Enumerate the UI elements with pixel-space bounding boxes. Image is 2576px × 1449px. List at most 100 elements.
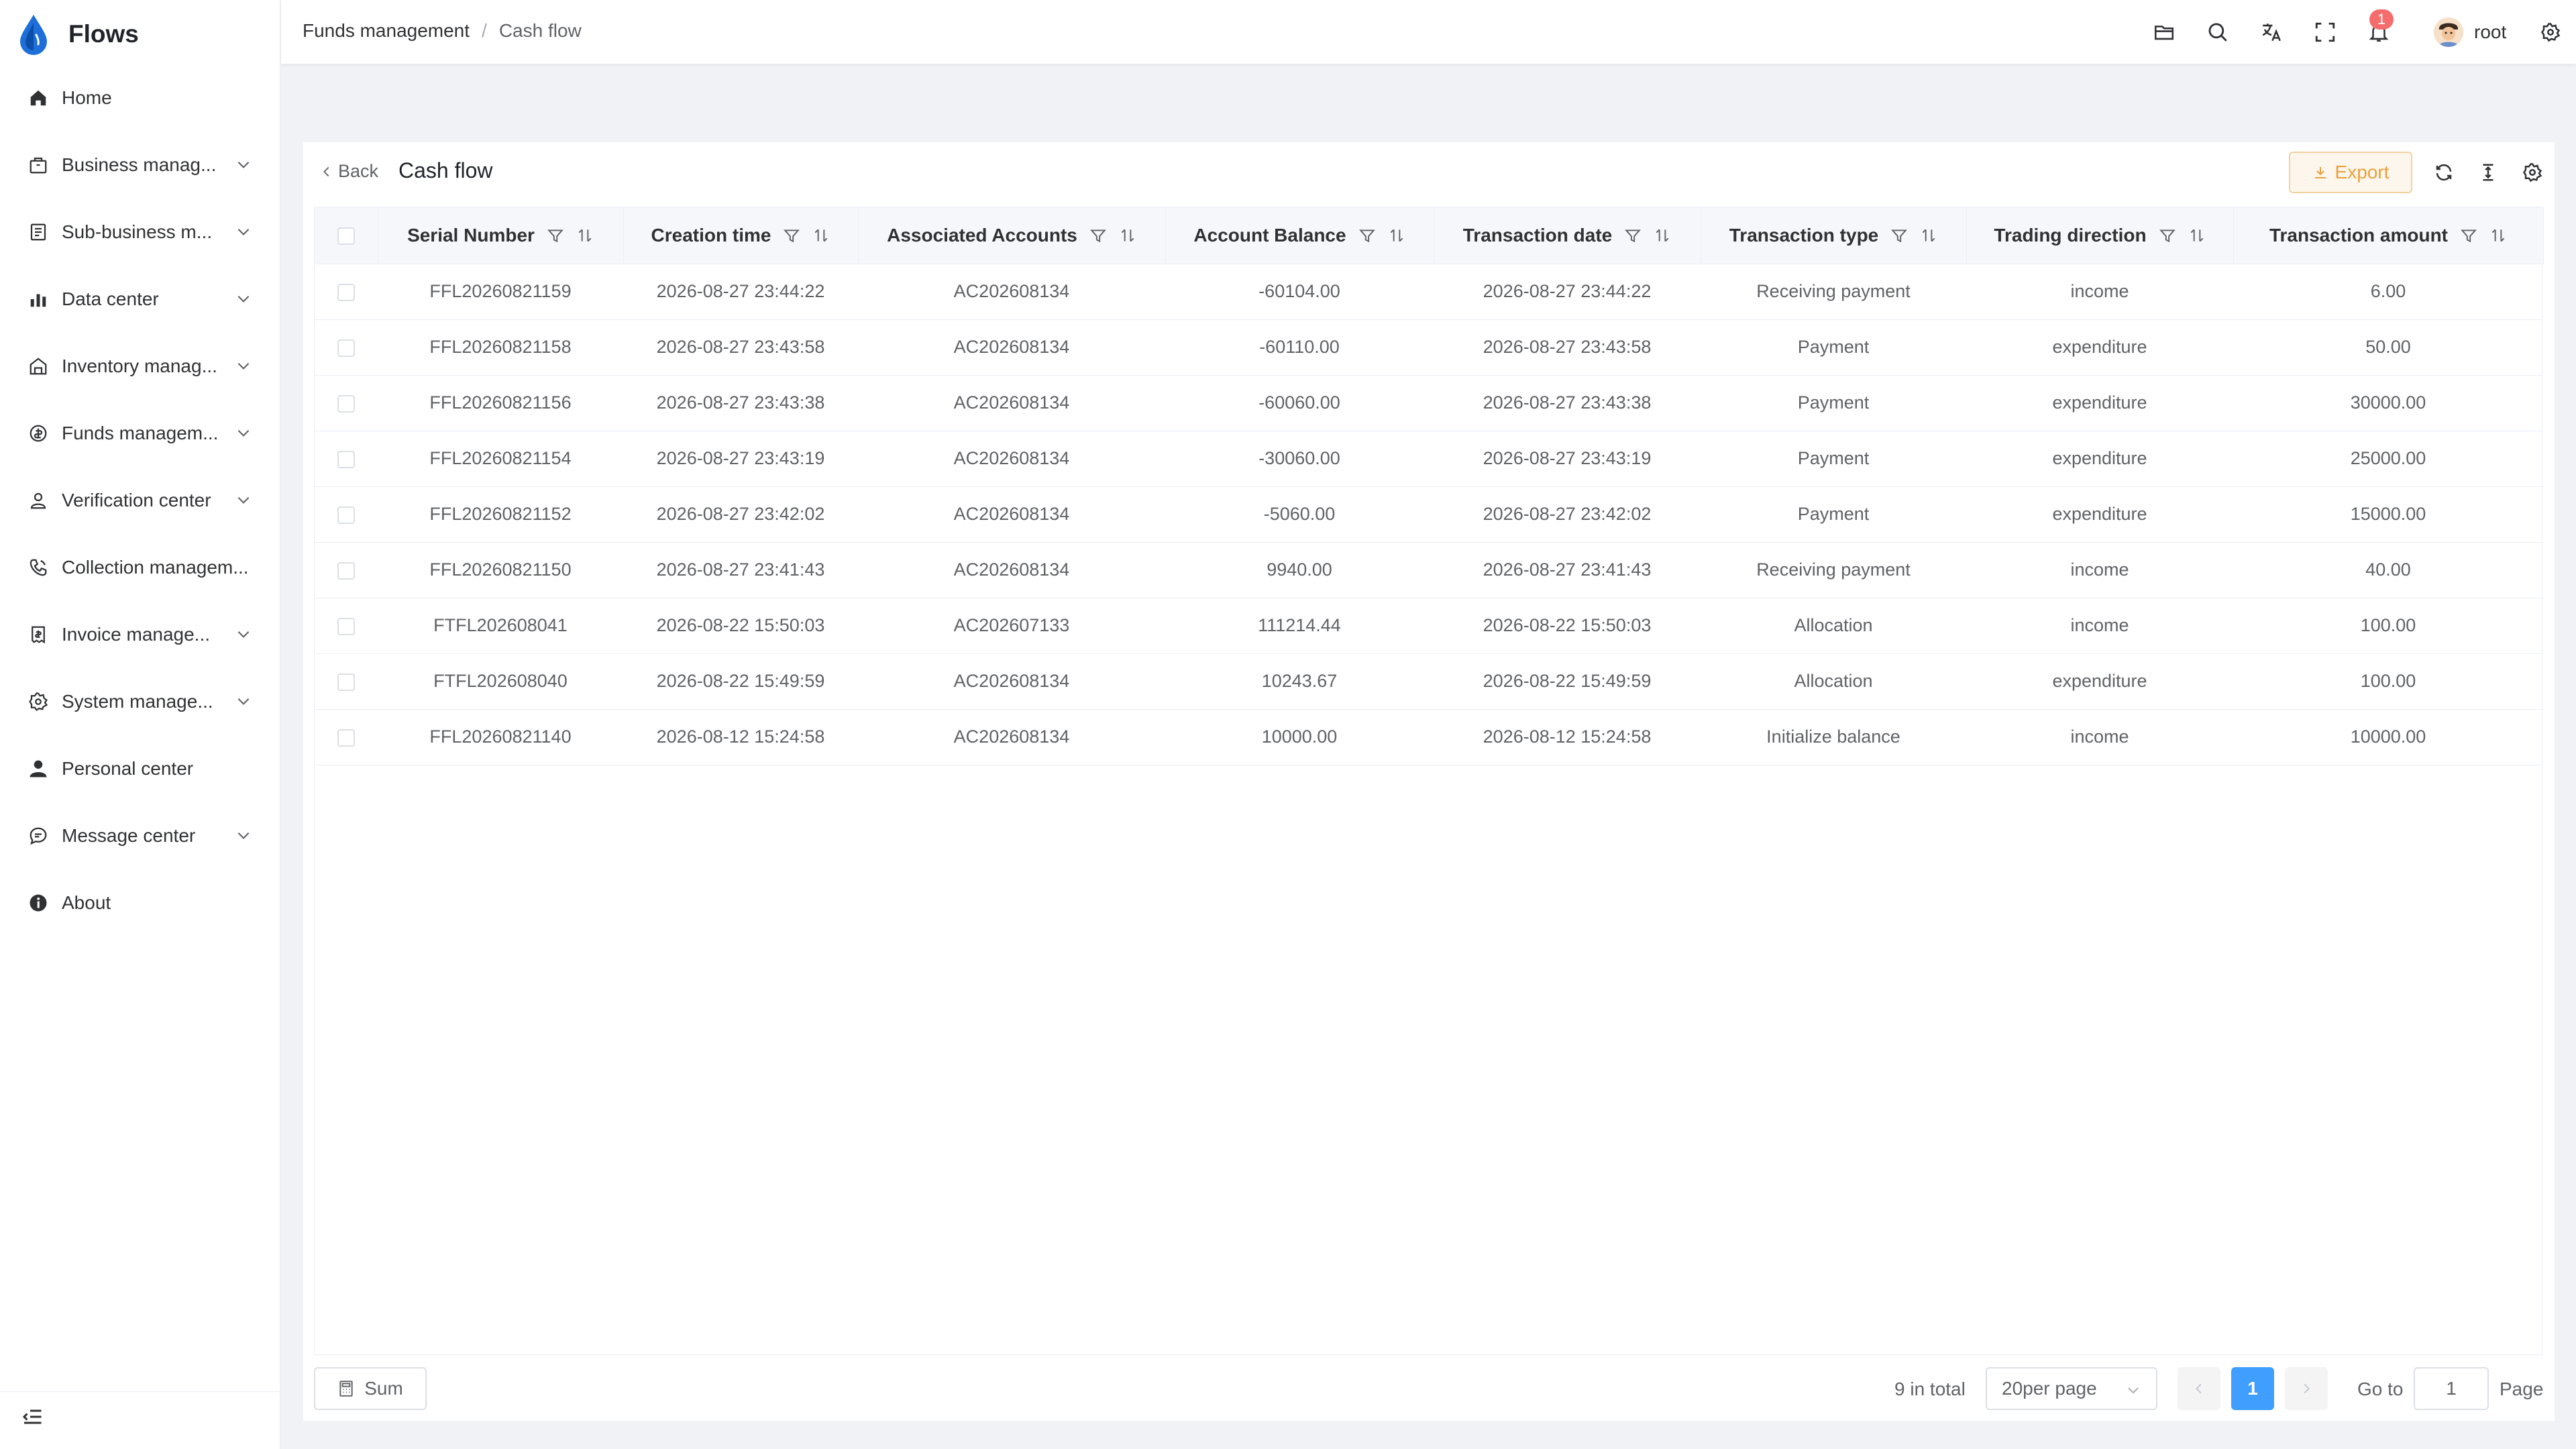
row-checkbox[interactable]	[337, 450, 355, 468]
cell-trading-direction: expenditure	[1966, 431, 2233, 487]
collapse-sidebar-icon[interactable]	[20, 1405, 44, 1429]
filter-icon[interactable]	[1089, 227, 1107, 244]
row-checkbox[interactable]	[337, 394, 355, 413]
select-all-checkbox[interactable]	[337, 227, 355, 246]
table-row[interactable]: FFL20260821152 2026-08-27 23:42:02 AC202…	[315, 486, 2543, 543]
chevron-down-icon	[2128, 1387, 2139, 1394]
breadcrumb-item[interactable]: Funds management	[303, 20, 470, 42]
page-size-select[interactable]: 20per page	[1986, 1367, 2157, 1410]
cell-serial-number: FFL20260821150	[378, 542, 623, 598]
cell-creation-time: 2026-08-27 23:41:43	[623, 542, 858, 598]
username[interactable]: root	[2474, 21, 2506, 43]
row-checkbox[interactable]	[337, 729, 355, 747]
sidebar-item-verification[interactable]: Verification center	[0, 467, 280, 534]
total-count: 9 in total	[1894, 1379, 1966, 1399]
sidebar-item-personal-center[interactable]: Personal center	[0, 735, 280, 802]
row-checkbox[interactable]	[337, 283, 355, 301]
brand[interactable]: Flows	[16, 12, 139, 56]
sort-icon[interactable]	[1654, 227, 1671, 244]
translate-icon[interactable]	[2258, 19, 2285, 46]
goto-page-input[interactable]	[2414, 1367, 2489, 1410]
column-header: Creation time	[623, 207, 859, 264]
page-number-button[interactable]: 1	[2231, 1367, 2274, 1410]
cell-account-balance: -60104.00	[1165, 264, 1434, 320]
row-checkbox[interactable]	[337, 506, 355, 524]
export-label: Export	[2334, 162, 2390, 182]
table-row[interactable]: FFL20260821158 2026-08-27 23:43:58 AC202…	[315, 319, 2543, 376]
export-button[interactable]: Export	[2289, 152, 2412, 193]
avatar[interactable]	[2434, 17, 2463, 47]
filter-icon[interactable]	[1624, 227, 1642, 244]
sort-icon[interactable]	[2188, 227, 2206, 244]
table-settings-icon[interactable]	[2521, 161, 2544, 184]
refresh-icon[interactable]	[2432, 161, 2455, 184]
fullscreen-icon[interactable]	[2312, 19, 2339, 46]
sort-icon[interactable]	[576, 227, 594, 244]
sort-icon[interactable]	[812, 227, 830, 244]
sidebar-item-home[interactable]: Home	[0, 64, 280, 131]
chevron-down-icon	[237, 429, 250, 437]
cell-transaction-date: 2026-08-27 23:43:19	[1434, 431, 1701, 487]
settings-gear-icon[interactable]	[2537, 19, 2564, 46]
cell-account-balance: 10000.00	[1165, 709, 1434, 765]
next-page-button[interactable]	[2285, 1367, 2328, 1410]
gear-icon	[27, 690, 50, 713]
column-height-icon[interactable]	[2477, 161, 2500, 184]
sidebar-item-label: About	[62, 892, 111, 913]
filter-icon[interactable]	[1890, 227, 1908, 244]
sidebar-item-business-management[interactable]: Business manag...	[0, 131, 280, 199]
table-row[interactable]: FFL20260821140 2026-08-12 15:24:58 AC202…	[315, 709, 2543, 765]
row-select-cell	[315, 375, 378, 431]
row-checkbox[interactable]	[337, 339, 355, 357]
filter-icon[interactable]	[2460, 227, 2477, 244]
sidebar-item-data-center[interactable]: Data center	[0, 266, 280, 333]
sidebar-item-invoice[interactable]: Invoice manage...	[0, 601, 280, 668]
cell-transaction-amount: 40.00	[2233, 542, 2543, 598]
table-row[interactable]: FFL20260821150 2026-08-27 23:41:43 AC202…	[315, 542, 2543, 598]
row-checkbox[interactable]	[337, 561, 355, 580]
sort-icon[interactable]	[2489, 227, 2507, 244]
sidebar-item-sub-business[interactable]: Sub-business m...	[0, 199, 280, 266]
chevron-left-icon	[323, 166, 329, 176]
sort-icon[interactable]	[1920, 227, 1937, 244]
folder-icon[interactable]	[2151, 19, 2178, 46]
column-title: Serial Number	[407, 224, 535, 246]
document-icon	[27, 221, 50, 244]
cell-associated-account: AC202607133	[858, 598, 1165, 654]
back-button[interactable]: Back	[319, 161, 378, 182]
sidebar-item-funds-management[interactable]: Funds managem...	[0, 400, 280, 467]
cell-serial-number: FTFL202608040	[378, 653, 623, 710]
table-row[interactable]: FFL20260821154 2026-08-27 23:43:19 AC202…	[315, 431, 2543, 487]
table-row[interactable]: FFL20260821159 2026-08-27 23:44:22 AC202…	[315, 264, 2543, 320]
prev-page-button[interactable]	[2178, 1367, 2220, 1410]
row-checkbox[interactable]	[337, 617, 355, 635]
cell-trading-direction: expenditure	[1966, 486, 2233, 543]
cell-creation-time: 2026-08-12 15:24:58	[623, 709, 858, 765]
cell-transaction-type: Allocation	[1701, 598, 1966, 654]
table-row[interactable]: FTFL202608040 2026-08-22 15:49:59 AC2026…	[315, 653, 2543, 710]
column-title: Trading direction	[1994, 224, 2147, 246]
cash-flow-panel: Back Cash flow Export Serial Number Crea…	[303, 142, 2555, 1421]
table-row[interactable]: FTFL202608041 2026-08-22 15:50:03 AC2026…	[315, 598, 2543, 654]
sidebar-item-inventory[interactable]: Inventory manag...	[0, 333, 280, 400]
filter-icon[interactable]	[1358, 227, 1376, 244]
page-size-value: 20per page	[2002, 1378, 2097, 1399]
search-icon[interactable]	[2204, 19, 2231, 46]
table-row[interactable]: FFL20260821156 2026-08-27 23:43:38 AC202…	[315, 375, 2543, 431]
back-label: Back	[338, 161, 379, 181]
filter-icon[interactable]	[547, 227, 564, 244]
sidebar-item-message-center[interactable]: Message center	[0, 802, 280, 869]
row-checkbox[interactable]	[337, 673, 355, 691]
sort-icon[interactable]	[1388, 227, 1405, 244]
filter-icon[interactable]	[2159, 227, 2176, 244]
cell-trading-direction: income	[1966, 542, 2233, 598]
sort-icon[interactable]	[1119, 227, 1136, 244]
sum-button[interactable]: Sum	[314, 1367, 427, 1410]
sidebar-item-about[interactable]: About	[0, 869, 280, 936]
sidebar-item-system[interactable]: System manage...	[0, 668, 280, 735]
sidebar-item-collection[interactable]: Collection managem...	[0, 534, 280, 601]
chevron-down-icon	[237, 698, 250, 705]
cell-transaction-type: Payment	[1701, 486, 1966, 543]
filter-icon[interactable]	[783, 227, 800, 244]
cell-transaction-amount: 100.00	[2233, 653, 2543, 710]
